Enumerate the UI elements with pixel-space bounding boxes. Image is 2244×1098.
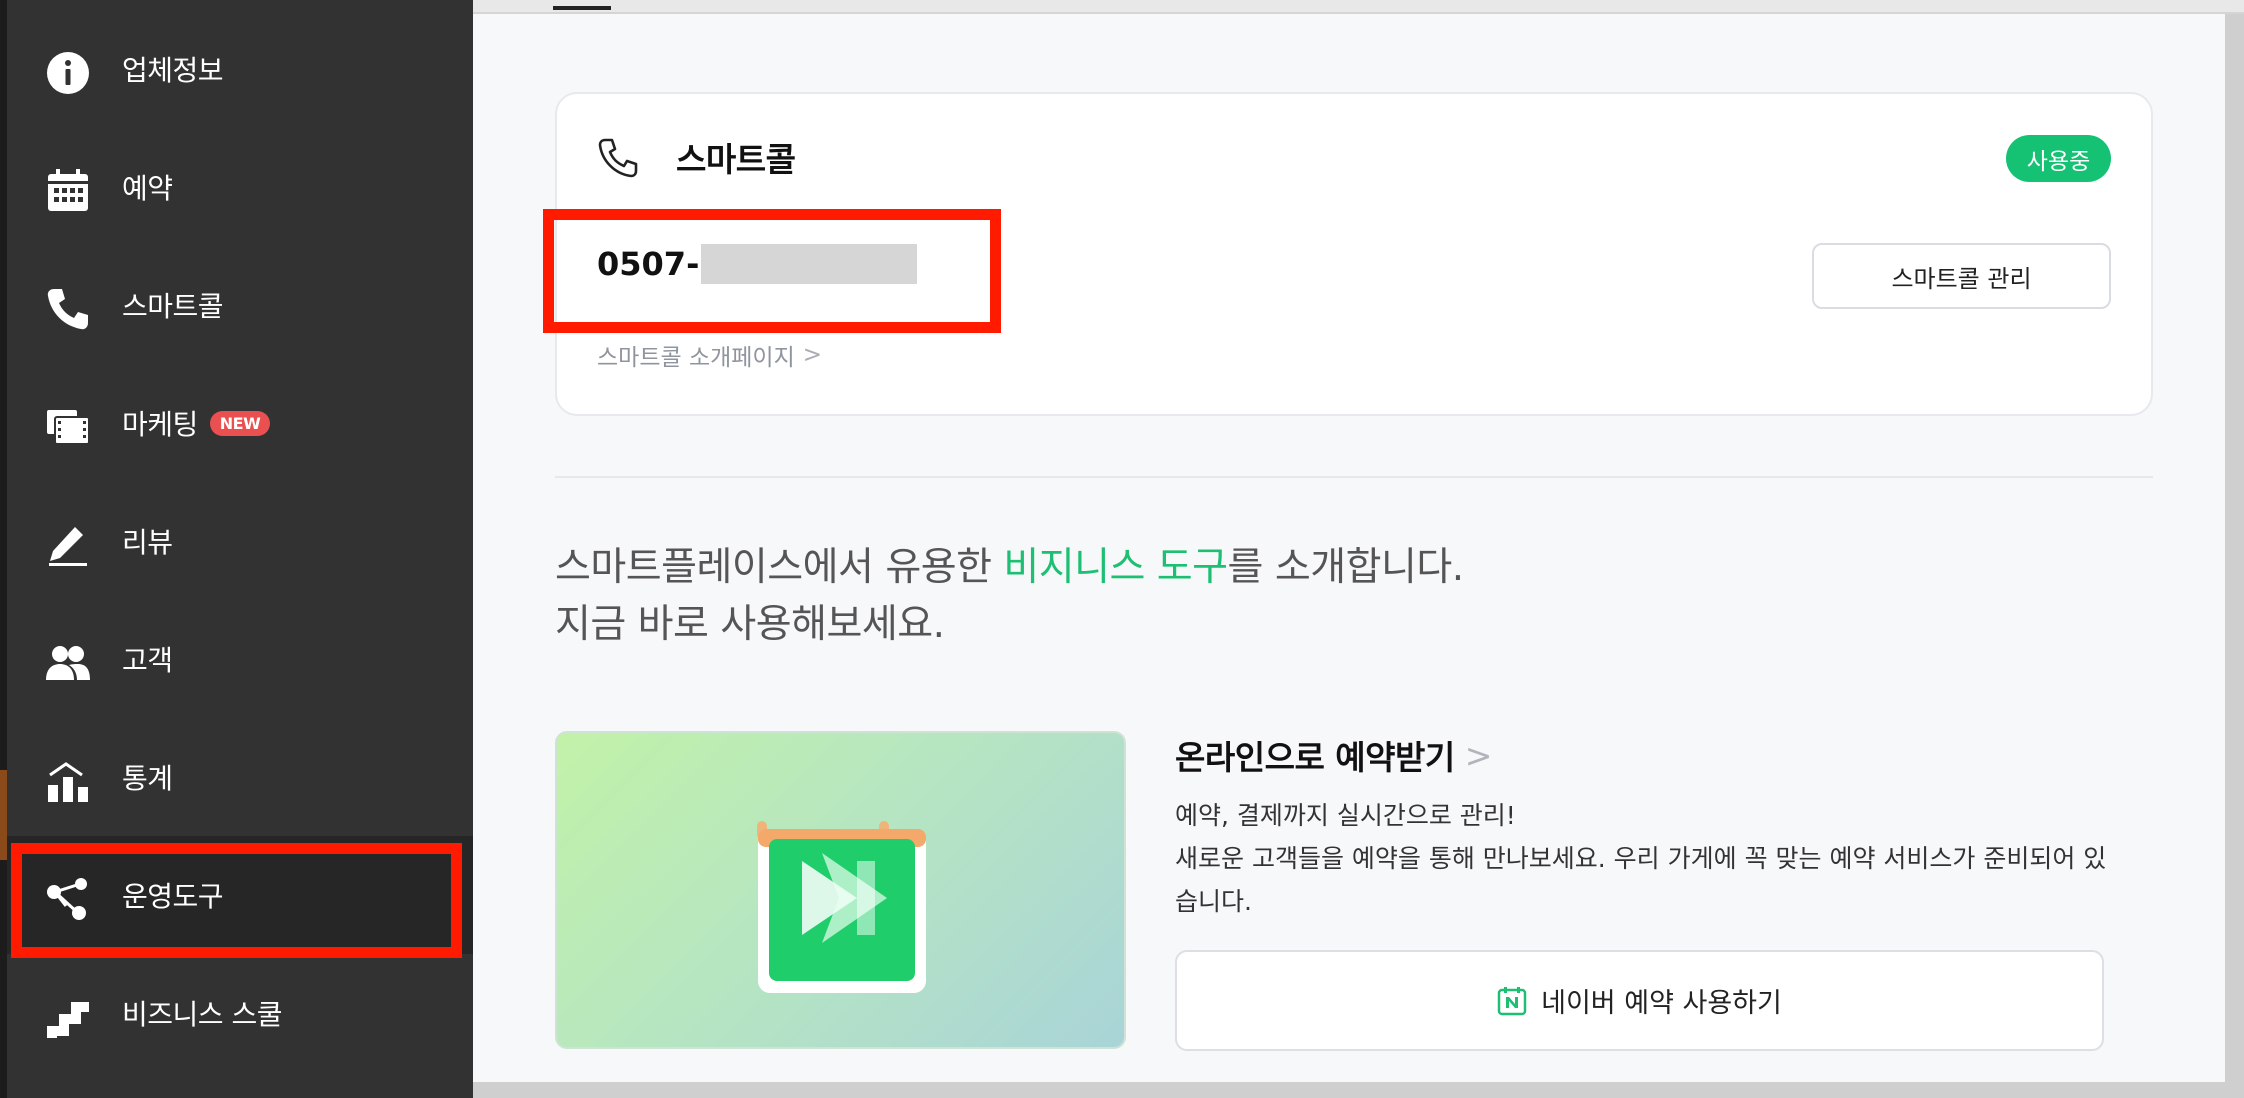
chart-icon	[45, 758, 91, 804]
sidebar-item-statistics[interactable]: 통계	[7, 718, 473, 836]
calendar-app-icon	[757, 821, 926, 993]
users-icon	[45, 640, 91, 686]
marketing-label: 마케팅	[122, 408, 198, 441]
new-badge: NEW	[209, 410, 271, 436]
tools-headline: 스마트플레이스에서 유용한 비지니스 도구를 소개합니다. 지금 바로 사용해보…	[555, 539, 1464, 653]
active-tab-indicator	[553, 6, 611, 10]
info-icon	[45, 50, 91, 96]
sidebar: 업체정보 예약 스마트콜 마케팅 NEW 리뷰 고객 통계 운영도구 비즈니스 …	[0, 0, 473, 1098]
smartcall-intro-link[interactable]: 스마트콜 소개페이지 >	[597, 338, 822, 372]
naver-booking-icon	[1497, 986, 1527, 1016]
section-divider	[555, 476, 2153, 478]
sidebar-edge-accent	[0, 770, 7, 860]
feature-desc-line-2: 새로운 고객들을 예약을 통해 만나보세요. 우리 가게에 꼭 맞는 예약 서비…	[1175, 844, 2107, 916]
sidebar-item-business-school[interactable]: 비즈니스 스쿨	[7, 954, 473, 1072]
top-tab-strip	[473, 0, 2244, 14]
stairs-icon	[45, 994, 91, 1040]
feature-title-text: 온라인으로 예약받기	[1175, 738, 1455, 777]
naver-booking-illustration	[555, 731, 1126, 1049]
status-badge: 사용중	[2006, 135, 2111, 182]
online-booking-title[interactable]: 온라인으로 예약받기 >	[1175, 731, 1492, 779]
intro-link-label: 스마트콜 소개페이지	[597, 345, 795, 371]
sidebar-item-label: 비즈니스 스쿨	[122, 998, 282, 1031]
sidebar-item-smartcall[interactable]: 스마트콜	[7, 246, 473, 364]
sidebar-item-label: 업체정보	[122, 54, 224, 87]
feature-description: 예약, 결제까지 실시간으로 관리! 새로운 고객들을 예약을 통해 만나보세요…	[1175, 794, 2115, 923]
sidebar-item-label: 예약	[122, 172, 173, 205]
naver-button-label: 네이버 예약 사용하기	[1541, 988, 1782, 1019]
sidebar-item-marketing[interactable]: 마케팅 NEW	[7, 364, 473, 482]
sidebar-edge	[0, 0, 7, 1098]
sidebar-item-review[interactable]: 리뷰	[7, 482, 473, 600]
calendar-icon	[45, 168, 91, 214]
highlight-box-operation-tools	[11, 843, 462, 958]
sidebar-item-label: 스마트콜	[122, 290, 224, 323]
headline-pre: 스마트플레이스에서 유용한	[555, 545, 1004, 590]
window-right-edge	[2225, 14, 2244, 1098]
phone-icon	[45, 286, 91, 332]
sidebar-item-label: 리뷰	[122, 526, 173, 559]
sidebar-item-reservation[interactable]: 예약	[7, 128, 473, 246]
use-naver-booking-button[interactable]: 네이버 예약 사용하기	[1175, 950, 2104, 1051]
headline-accent: 비지니스 도구	[1003, 545, 1228, 590]
highlight-box-phone-number	[543, 209, 1001, 333]
smartcall-title: 스마트콜	[676, 140, 796, 179]
marketing-icon	[45, 404, 91, 450]
headline-post: 를 소개합니다.	[1227, 545, 1465, 590]
pen-icon	[45, 522, 91, 568]
feature-desc-line-1: 예약, 결제까지 실시간으로 관리!	[1175, 801, 1516, 830]
headline-line-1: 스마트플레이스에서 유용한 비지니스 도구를 소개합니다.	[555, 539, 1464, 596]
window-bottom-edge	[473, 1082, 2244, 1098]
sidebar-item-label: 통계	[122, 762, 173, 795]
smartcall-manage-button[interactable]: 스마트콜 관리	[1812, 243, 2111, 309]
phone-outline-icon	[597, 137, 639, 179]
headline-line-2: 지금 바로 사용해보세요.	[555, 602, 945, 647]
sidebar-item-business-info[interactable]: 업체정보	[7, 10, 473, 128]
sidebar-item-label: 마케팅 NEW	[122, 364, 271, 482]
sidebar-item-label: 고객	[122, 644, 173, 677]
sidebar-item-customer[interactable]: 고객	[7, 600, 473, 718]
chevron-right-icon: >	[802, 342, 823, 368]
chevron-right-icon: >	[1464, 735, 1493, 775]
